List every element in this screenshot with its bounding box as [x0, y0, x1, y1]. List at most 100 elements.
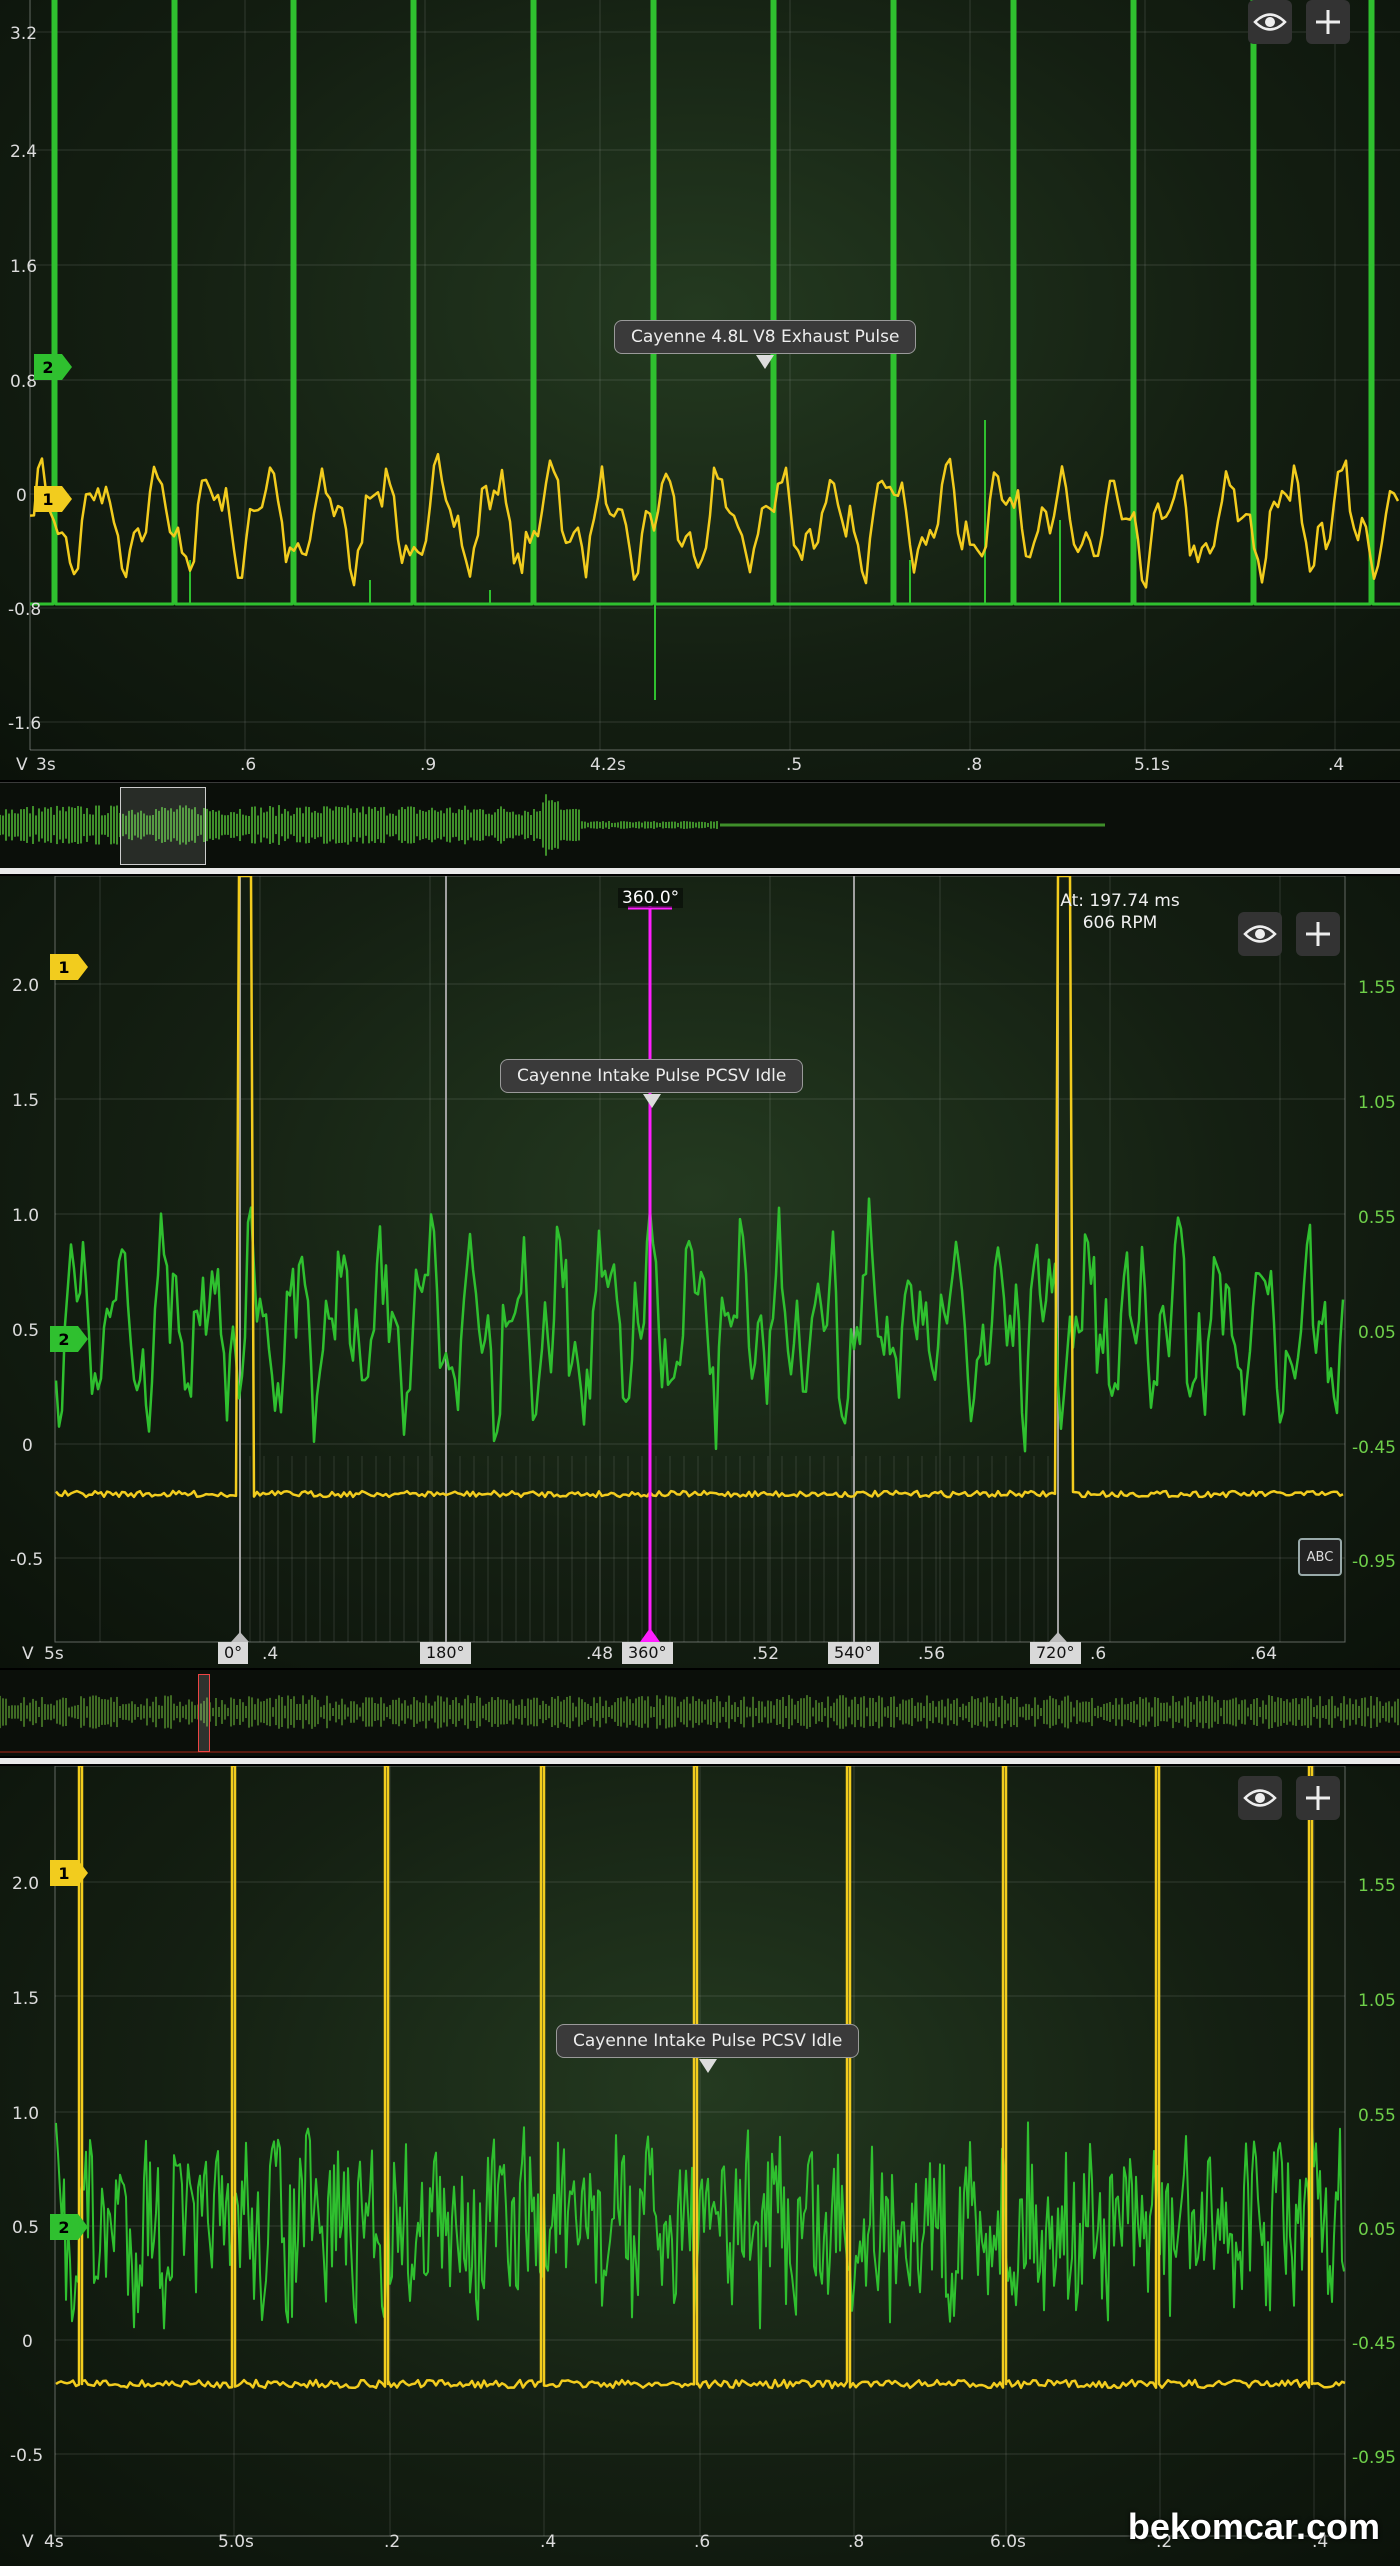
panel-divider — [0, 1758, 1400, 1764]
scope-panel-exhaust[interactable]: 3.2 2.4 1.6 0.8 0 -0.8 -1.6 V 3s .6 .9 4… — [0, 0, 1400, 780]
waveform-title: Cayenne Intake Pulse PCSV Idle — [573, 2031, 843, 2051]
channel-1-marker[interactable]: 1 — [50, 1860, 88, 1886]
cursor-rpm: 606 RPM — [1082, 913, 1158, 933]
y-axis-label: -0.5 — [10, 1550, 44, 1570]
y-axis-label: 1.6 — [10, 257, 38, 277]
y-axis-label: 1.0 — [12, 2104, 40, 2124]
waveform-plot[interactable] — [0, 876, 1400, 1668]
y-axis-label: 1.5 — [12, 1091, 40, 1111]
cursor-handle — [1049, 1632, 1067, 1642]
x-axis-label: .8 — [848, 2532, 865, 2552]
x-axis-label: 5.0s — [218, 2532, 254, 2552]
y-right-axis-label: -0.95 — [1352, 1552, 1396, 1572]
eye-icon[interactable] — [1248, 0, 1292, 44]
waveform-plot[interactable] — [0, 1766, 1400, 2566]
x-axis-label: .56 — [918, 1644, 946, 1664]
plot-frame — [54, 876, 1346, 1643]
x-axis-label: 5s — [44, 1644, 64, 1664]
tooltip-pointer — [698, 2059, 717, 2073]
y-right-axis-label: 1.05 — [1358, 1991, 1396, 2011]
y-axis-label: 2.4 — [10, 142, 38, 162]
y-axis-label: 1.0 — [12, 1206, 40, 1226]
x-axis-label: 4.2s — [590, 755, 626, 775]
scope-panel-intake-cursors[interactable]: 2.0 1.5 1.0 0.5 0 -0.5 1.55 1.05 0.55 0.… — [0, 876, 1400, 1668]
x-axis-label: .8 — [966, 755, 983, 775]
cursor-readout: At: 197.74 ms 606 RPM — [1060, 890, 1180, 934]
channel-2-trace — [54, 1197, 1345, 1453]
y-axis-label: -1.6 — [8, 714, 42, 734]
scope-panel-intake[interactable]: 2.0 1.5 1.0 0.5 0 -0.5 1.55 1.05 0.55 0.… — [0, 1766, 1400, 2566]
waveform-title-tooltip: Cayenne Intake Pulse PCSV Idle — [500, 1059, 804, 1108]
y-axis-label: 2.0 — [12, 1874, 40, 1894]
degree-marker-180[interactable]: 180° — [420, 1642, 471, 1664]
x-axis-label: .48 — [586, 1644, 614, 1664]
y-right-axis-label: 1.55 — [1358, 1876, 1396, 1896]
x-axis-label: 3s — [36, 755, 56, 775]
cursor-angle-label: 360.0° — [618, 888, 684, 908]
plus-icon[interactable] — [1296, 1776, 1340, 1820]
overview-window-handle[interactable] — [198, 1674, 210, 1752]
y-right-axis-label: 0.05 — [1358, 2220, 1396, 2240]
y-axis-label: 0.5 — [12, 2218, 40, 2238]
x-axis-label: .5 — [786, 755, 803, 775]
degree-marker-540[interactable]: 540° — [828, 1642, 879, 1664]
x-axis-label: .64 — [1250, 1644, 1278, 1664]
channel-2-marker[interactable]: 2 — [50, 1326, 88, 1352]
unit-label: V — [16, 755, 28, 775]
x-axis-label: .6 — [240, 755, 257, 775]
channel-1-marker[interactable]: 1 — [34, 486, 72, 512]
unit-label: V — [22, 1644, 34, 1664]
channel-1-trace — [29, 452, 1400, 589]
waveform-title: Cayenne Intake Pulse PCSV Idle — [517, 1066, 787, 1086]
overview-strip[interactable] — [0, 1670, 1400, 1756]
overview-waveform — [0, 1695, 1400, 1753]
center-cursor-handle — [640, 1628, 660, 1642]
cursor-time: At: 197.74 ms — [1060, 891, 1180, 911]
degree-marker-360[interactable]: 360° — [622, 1642, 673, 1664]
cursor-handle — [231, 1632, 249, 1642]
y-axis-label: 1.5 — [12, 1989, 40, 2009]
waveform-title-tooltip: Cayenne Intake Pulse PCSV Idle — [556, 2024, 860, 2073]
y-axis-label: 2.0 — [12, 976, 40, 996]
degree-marker-720[interactable]: 720° — [1030, 1642, 1081, 1664]
x-axis-label: .4 — [1328, 755, 1345, 775]
waveform-title-tooltip: Cayenne 4.8L V8 Exhaust Pulse — [614, 320, 917, 369]
channel-2-trace — [30, 0, 1400, 606]
y-axis-label: -0.8 — [8, 600, 42, 620]
overview-waveform — [0, 794, 1105, 856]
x-axis-label: 6.0s — [990, 2532, 1026, 2552]
y-axis-label: 0.5 — [12, 1321, 40, 1341]
channel-2-marker[interactable]: 2 — [34, 354, 72, 380]
x-axis-label: .4 — [262, 1644, 279, 1664]
y-axis-label: 0 — [22, 2332, 33, 2352]
tooltip-pointer — [642, 1094, 661, 1108]
y-axis-label: 0.8 — [10, 372, 38, 392]
eye-icon[interactable] — [1238, 1776, 1282, 1820]
panel-divider — [0, 868, 1400, 874]
x-axis-label: 4s — [44, 2532, 64, 2552]
plus-icon[interactable] — [1306, 0, 1350, 44]
waveform-plot[interactable] — [0, 0, 1400, 780]
degree-marker-0[interactable]: 0° — [218, 1642, 249, 1664]
tooltip-pointer — [756, 355, 775, 369]
channel-2-marker[interactable]: 2 — [50, 2214, 88, 2240]
channel-1-marker[interactable]: 1 — [50, 954, 88, 980]
watermark: bekomcar.com — [1127, 2506, 1380, 2547]
overview-window-handle[interactable] — [120, 787, 206, 865]
y-axis-label: 0 — [22, 1436, 33, 1456]
y-axis-label: -0.5 — [10, 2446, 44, 2466]
x-axis-label: .6 — [1090, 1644, 1107, 1664]
x-axis-label: .6 — [694, 2532, 711, 2552]
y-right-axis-label: 0.55 — [1358, 2106, 1396, 2126]
overview-strip[interactable] — [0, 782, 1400, 869]
y-right-axis-label: 0.55 — [1358, 1208, 1396, 1228]
eye-icon[interactable] — [1238, 912, 1282, 956]
y-right-axis-label: -0.95 — [1352, 2448, 1396, 2468]
x-axis-label: .4 — [540, 2532, 557, 2552]
y-right-axis-label: 0.05 — [1358, 1323, 1396, 1343]
plus-icon[interactable] — [1296, 912, 1340, 956]
abc-toggle-button[interactable]: ABC — [1298, 1538, 1342, 1576]
y-axis-label: 3.2 — [10, 24, 38, 44]
y-right-axis-label: -0.45 — [1352, 2334, 1396, 2354]
y-right-axis-label: 1.55 — [1358, 978, 1396, 998]
